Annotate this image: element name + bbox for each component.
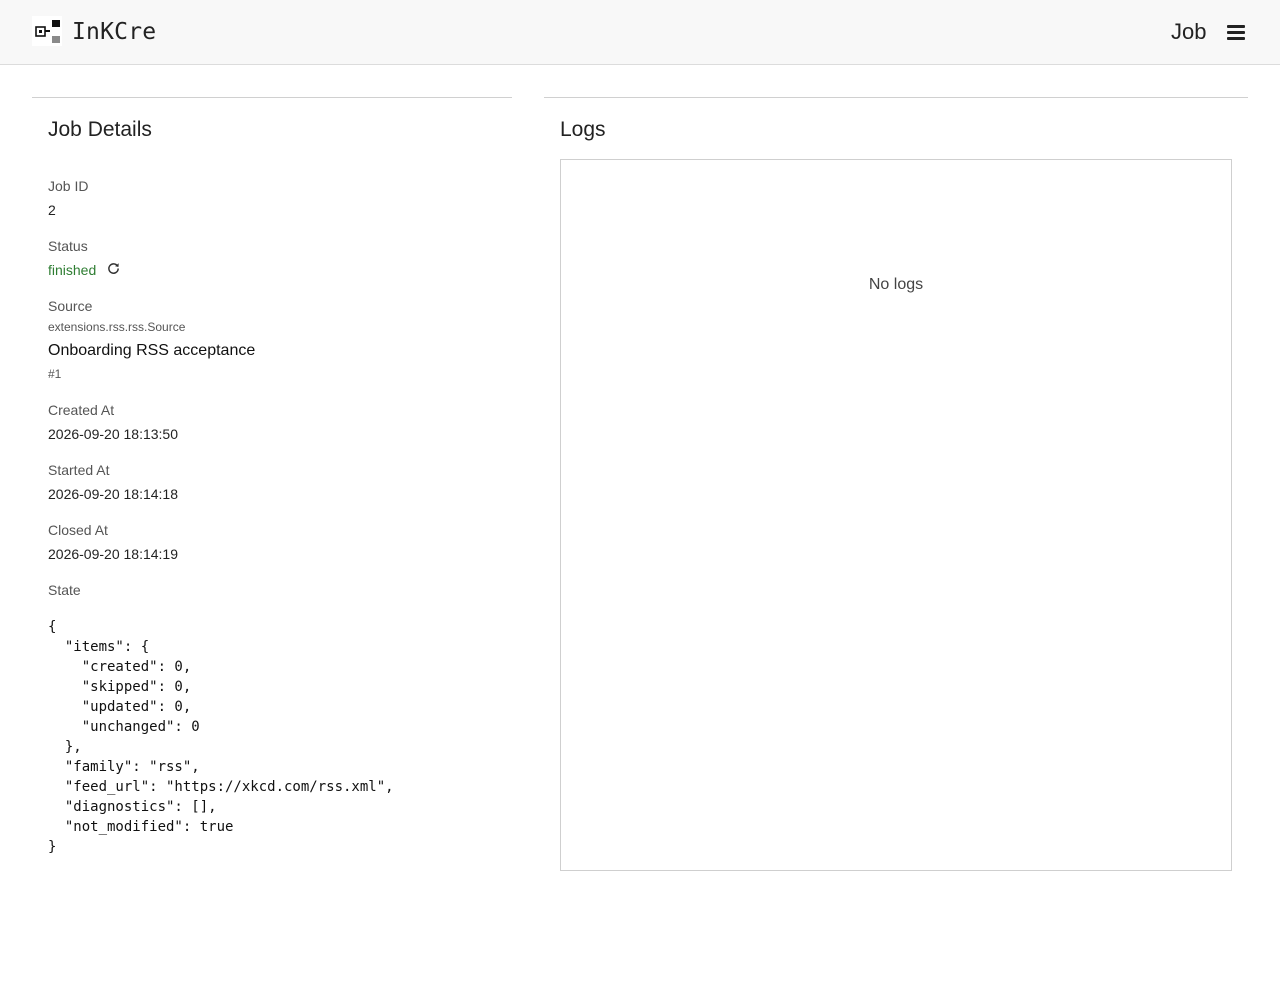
inkcre-logo-icon[interactable] [32, 16, 62, 46]
source-label: Source [48, 298, 93, 314]
logs-title: Logs [560, 118, 606, 141]
hamburger-menu-icon[interactable] [1224, 22, 1248, 42]
created-at-label: Created At [48, 402, 115, 418]
created-at-value: 2026-09-20 18:13:50 [48, 426, 178, 442]
job-details-title: Job Details [48, 118, 152, 141]
state-json: { "items": { "created": 0, "skipped": 0,… [48, 619, 394, 855]
log-viewer[interactable]: No logs [560, 159, 1232, 871]
closed-at-label: Closed At [48, 522, 108, 538]
page-label: Job [1171, 19, 1207, 44]
job-id-label: Job ID [48, 178, 89, 194]
state-label: State [48, 582, 81, 598]
empty-logs-message: No logs [868, 276, 924, 293]
status-label: Status [48, 238, 88, 254]
status-value: finished [48, 262, 97, 278]
source-id: #1 [48, 367, 62, 381]
brand-name[interactable]: InKCre [72, 17, 156, 47]
app-header: InKCre Job [0, 0, 1280, 65]
logs-panel: Logs No logs [544, 97, 1248, 871]
started-at-value: 2026-09-20 18:14:18 [48, 486, 178, 502]
job-details-panel: Job Details Job ID 2 Status finished Sou… [32, 97, 512, 855]
started-at-label: Started At [48, 462, 110, 478]
refresh-icon[interactable] [107, 262, 120, 275]
source-name[interactable]: Onboarding RSS acceptance [48, 341, 255, 361]
job-id-value: 2 [48, 202, 56, 218]
closed-at-value: 2026-09-20 18:14:19 [48, 546, 178, 562]
source-class-path: extensions.rss.rss.Source [48, 320, 186, 334]
